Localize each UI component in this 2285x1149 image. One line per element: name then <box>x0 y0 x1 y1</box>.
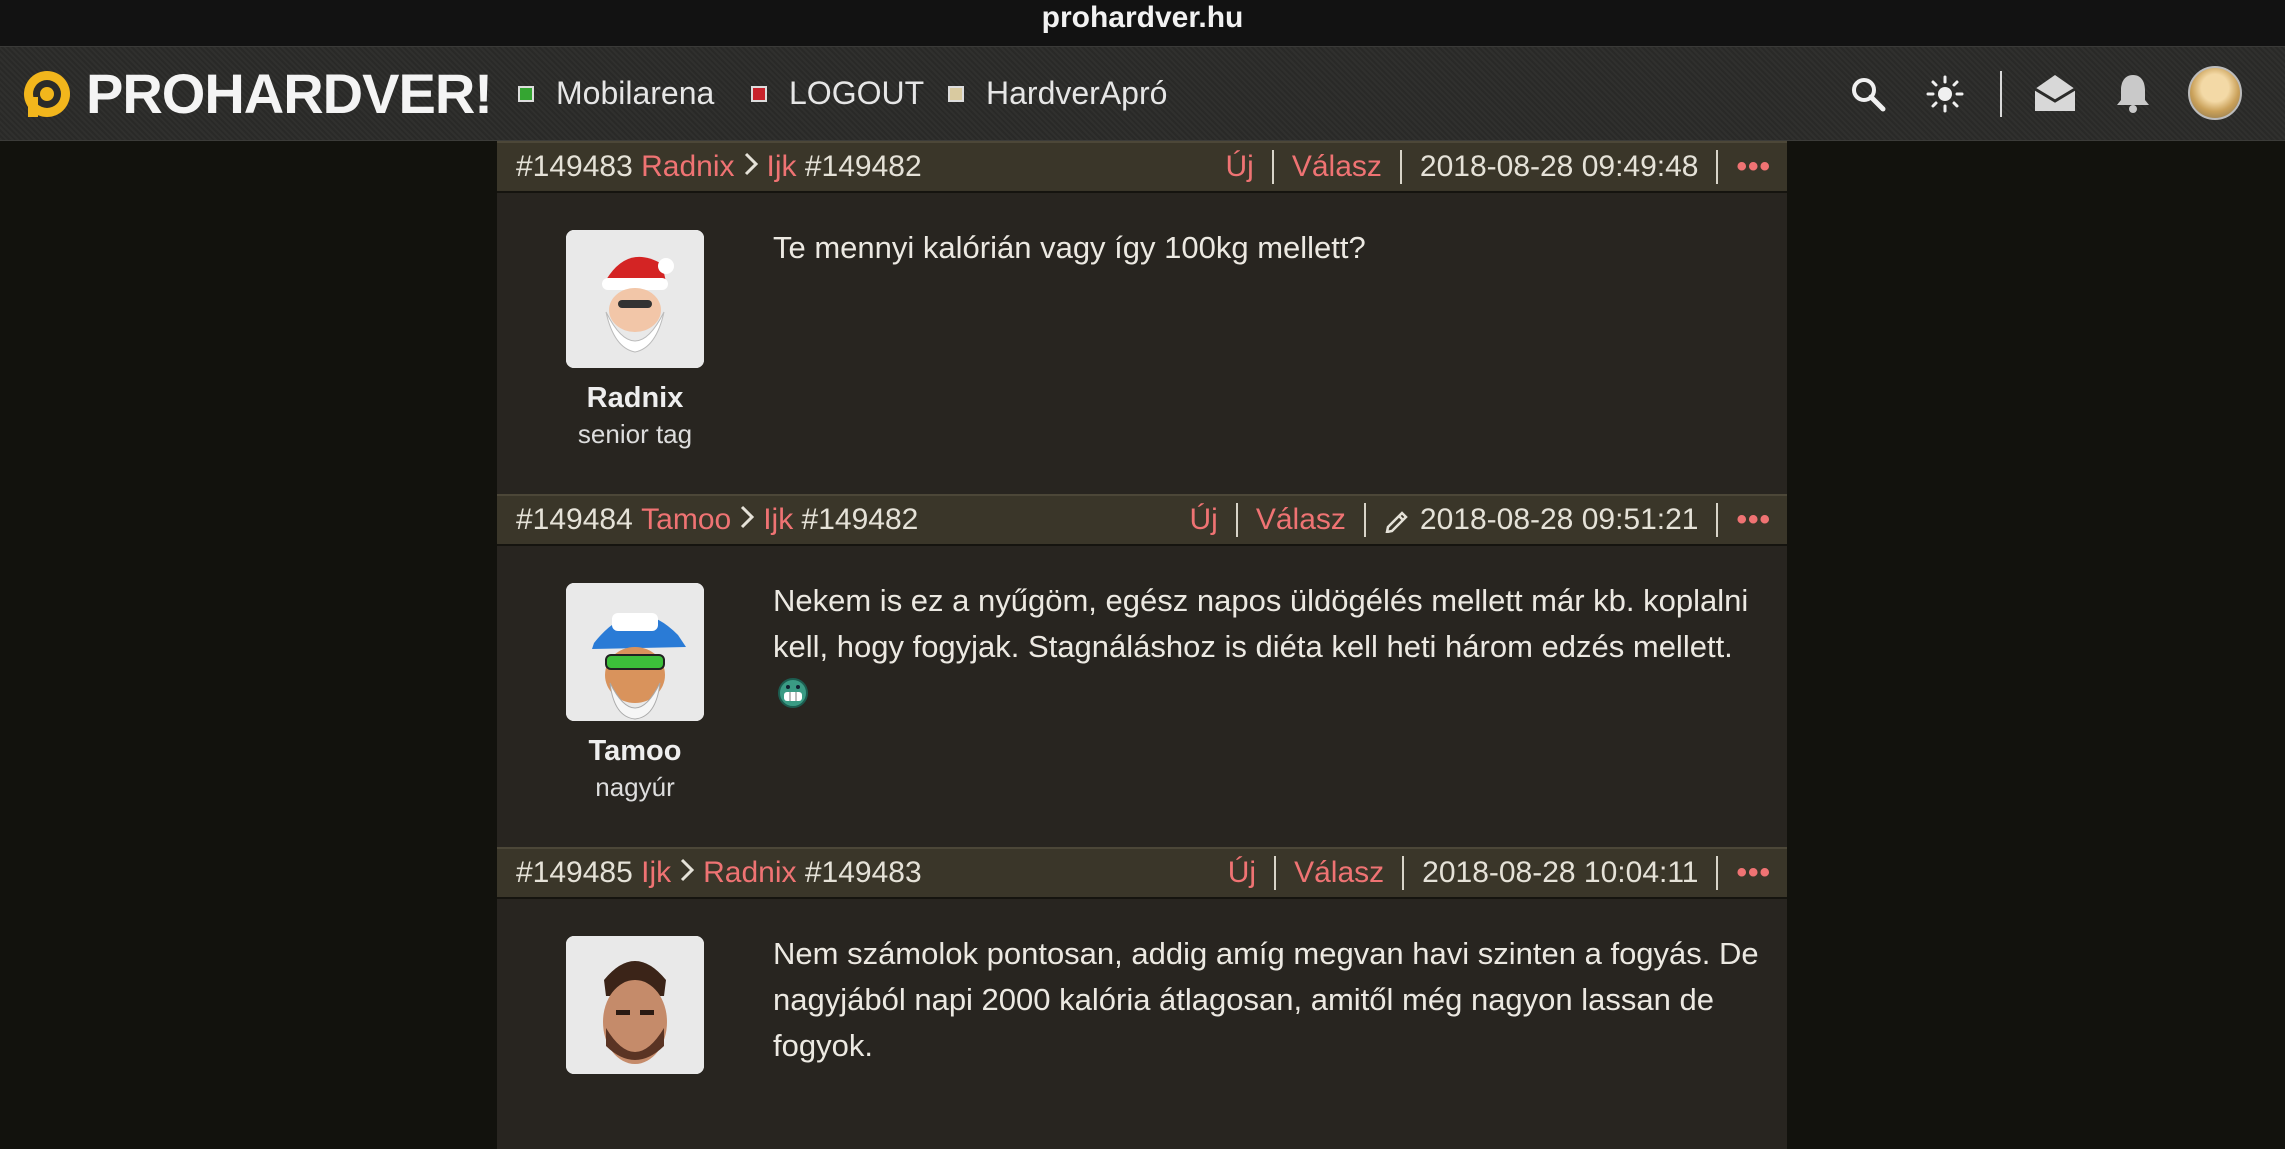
header-divider <box>1402 856 1405 890</box>
post-text-content: Nekem is ez a nyűgöm, egész napos üldögé… <box>773 583 1749 664</box>
logout-square-icon <box>751 85 767 102</box>
reply-link[interactable]: Válasz <box>1294 856 1384 890</box>
new-link[interactable]: Új <box>1190 503 1218 537</box>
post-id[interactable]: #149485 <box>516 856 633 890</box>
user-name[interactable]: Radnix <box>497 382 773 415</box>
post-timestamp: 2018-08-28 09:51:21 <box>1419 503 1699 536</box>
post-id[interactable]: #149484 <box>516 503 633 537</box>
post-body: Radnix senior tag Te mennyi kalórián vag… <box>497 193 1787 494</box>
site-logo[interactable]: PROHARDVER! <box>22 62 493 125</box>
reply-to-post-link[interactable]: #149483 <box>805 856 922 890</box>
post-header: #149484 Tamoo Ijk #149482 Új Válasz 2018… <box>497 494 1787 546</box>
hardverapro-square-icon <box>948 85 964 102</box>
user-name[interactable]: Tamoo <box>497 735 773 768</box>
post-text: Nekem is ez a nyűgöm, egész napos üldögé… <box>773 578 1773 716</box>
chevron-right-icon <box>743 150 759 184</box>
reply-to-user-link[interactable]: Ijk <box>763 503 793 537</box>
nav-link-label: Mobilarena <box>556 75 715 111</box>
post-header: #149485 Ijk Radnix #149483 Új Válasz 201… <box>497 847 1787 899</box>
post-body: Tamoo nagyúr Nekem is ez a nyűgöm, egész… <box>497 546 1787 847</box>
post-author-link[interactable]: Ijk <box>641 856 671 890</box>
user-avatar-photo[interactable] <box>566 936 704 1074</box>
user-avatar-santa[interactable] <box>566 230 704 368</box>
header-divider <box>1274 856 1277 890</box>
post-timestamp: 2018-08-28 09:49:48 <box>1419 150 1699 183</box>
address-bar[interactable]: prohardver.hu <box>0 0 2285 46</box>
post-text: Nem számolok pontosan, addig amíg megvan… <box>773 936 1759 1063</box>
bell-icon[interactable] <box>2114 72 2152 114</box>
search-icon[interactable] <box>1850 76 1886 112</box>
post-body: Nem számolok pontosan, addig amíg megvan… <box>497 899 1787 1149</box>
nav-link-logout[interactable]: LOGOUT <box>751 75 924 112</box>
reply-to-user-link[interactable]: Ijk <box>767 150 797 184</box>
reply-link[interactable]: Válasz <box>1256 503 1346 537</box>
post-header: #149483 Radnix Ijk #149482 Új Válasz 201… <box>497 141 1787 193</box>
envelope-icon[interactable] <box>2033 73 2077 113</box>
nav-link-hardverapro[interactable]: HardverApró <box>948 75 1167 112</box>
sun-icon[interactable] <box>1926 75 1964 113</box>
header-divider <box>1716 503 1719 537</box>
reply-to-post-link[interactable]: #149482 <box>805 150 922 184</box>
header-divider <box>1716 856 1719 890</box>
user-avatar[interactable] <box>2188 66 2242 120</box>
post-id[interactable]: #149483 <box>516 150 633 184</box>
pencil-icon <box>1385 511 1408 533</box>
nav-divider <box>2000 71 2002 117</box>
more-options-icon[interactable]: ••• <box>1736 856 1771 890</box>
chevron-right-icon <box>679 856 695 890</box>
reply-link[interactable]: Válasz <box>1292 150 1382 184</box>
reply-to-post-link[interactable]: #149482 <box>802 503 919 537</box>
grin-emoji-icon <box>778 678 808 708</box>
nav-link-mobilarena[interactable]: Mobilarena <box>518 75 714 112</box>
post-author-link[interactable]: Tamoo <box>641 503 731 537</box>
reply-to-user-link[interactable]: Radnix <box>703 856 796 890</box>
new-link[interactable]: Új <box>1226 150 1254 184</box>
forum-thread: #149483 Radnix Ijk #149482 Új Válasz 201… <box>497 141 1787 1149</box>
post-author-link[interactable]: Radnix <box>641 150 734 184</box>
user-rank: senior tag <box>577 419 693 449</box>
more-options-icon[interactable]: ••• <box>1736 503 1771 537</box>
header-divider <box>1235 503 1238 537</box>
post-text: Te mennyi kalórián vagy így 100kg mellet… <box>773 230 1366 265</box>
header-divider <box>1363 503 1366 537</box>
header-divider <box>1271 150 1274 184</box>
chevron-right-icon <box>739 503 755 537</box>
new-link[interactable]: Új <box>1228 856 1256 890</box>
nav-link-label: HardverApró <box>986 75 1168 111</box>
header-divider <box>1399 150 1402 184</box>
mobilarena-square-icon <box>518 85 534 102</box>
url-text: prohardver.hu <box>1041 1 1244 34</box>
header-divider <box>1716 150 1719 184</box>
more-options-icon[interactable]: ••• <box>1736 150 1771 184</box>
user-avatar-roshi[interactable] <box>566 583 704 721</box>
site-navbar: PROHARDVER! Mobilarena LOGOUT HardverApr… <box>0 46 2285 141</box>
user-rank: nagyúr <box>595 772 675 802</box>
logo-icon <box>24 71 70 117</box>
nav-link-label: LOGOUT <box>789 75 925 111</box>
post-timestamp: 2018-08-28 10:04:11 <box>1422 856 1699 889</box>
logo-text: PROHARDVER! <box>86 62 493 125</box>
